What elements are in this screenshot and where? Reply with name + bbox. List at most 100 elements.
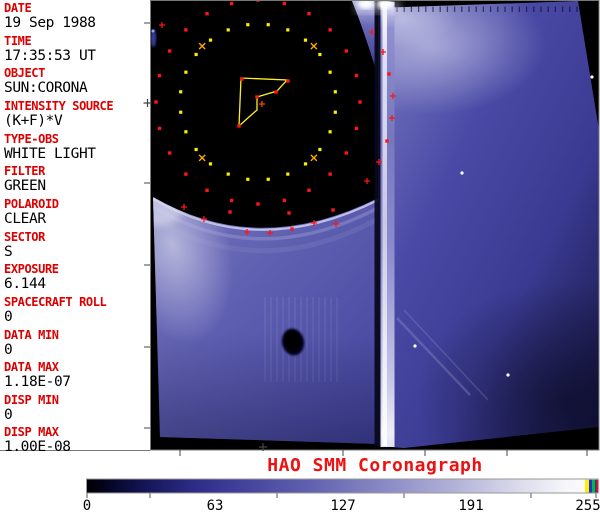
metadata-field-disp-max: DISP MAX 1.00E-08 [4, 426, 71, 455]
outer-calibration-ring-dot [344, 151, 348, 155]
outer-calibration-ring-dot [157, 73, 162, 78]
colorbar: 0 63 127 191 255 [83, 478, 600, 512]
coronagraph-viewer-window: 0 63 127 191 255 DATE 19 Sep 1988 TIME 17:35:53… [0, 0, 600, 512]
field-label: SECTOR [4, 230, 45, 244]
metadata-field-type-obs: TYPE-OBS WHITE LIGHT [4, 133, 96, 162]
colorbar-labels: 0 63 127 191 255 [83, 498, 600, 512]
field-value: 0 [4, 342, 13, 358]
metadata-field-time: TIME 17:35:53 UT [4, 35, 96, 64]
outer-calibration-ring-dot [307, 12, 311, 16]
field-label: DATA MAX [4, 360, 59, 374]
field-value: CLEAR [4, 211, 46, 227]
metadata-field-data-max: DATA MAX 1.18E-07 [4, 361, 71, 390]
field-label: FILTER [4, 164, 45, 178]
metadata-field-date: DATE 19 Sep 1988 [4, 2, 96, 31]
outer-calibration-ring-dot [154, 100, 158, 104]
fiducial-square [228, 210, 232, 214]
roi-vertex-dot [240, 77, 244, 81]
inner-calibration-ring-dot [303, 38, 308, 42]
outer-calibration-ring-dot [184, 28, 188, 32]
bright-speck [413, 344, 417, 348]
outer-calibration-ring-dot [256, 202, 260, 206]
metadata-field-polaroid: POLAROID CLEAR [4, 198, 59, 227]
colorbar-label: 255 [575, 498, 600, 512]
inner-calibration-ring-dot [333, 90, 337, 94]
fiducial-square [385, 139, 389, 143]
outer-calibration-ring-dot [168, 151, 172, 155]
metadata-field-filter: FILTER GREEN [4, 165, 46, 194]
inner-calibration-ring-dot [194, 147, 198, 152]
outer-calibration-ring-dot [229, 1, 234, 6]
outer-calibration-ring-dot [205, 188, 209, 192]
roi-vertex-dot [255, 95, 259, 99]
fiducial-square [290, 227, 294, 231]
fiducial-square [331, 208, 335, 212]
outer-calibration-ring-dot [157, 126, 162, 131]
colorbar-stripe [592, 479, 595, 493]
inner-calibration-ring-dot [194, 52, 198, 57]
inner-calibration-ring-dot [184, 70, 188, 74]
colorbar-label: 63 [207, 498, 224, 512]
fiducial-square [387, 72, 391, 76]
field-value: 1.18E-07 [4, 374, 71, 390]
metadata-field-spacecraft-roll: SPACECRAFT ROLL 0 [4, 295, 107, 325]
outer-calibration-ring-dot [307, 188, 311, 192]
field-label: EXPOSURE [4, 262, 59, 276]
inner-calibration-ring-dot [246, 177, 250, 181]
field-value: 6.144 [4, 276, 46, 292]
inner-calibration-ring-dot [246, 23, 250, 27]
field-label: DATE [4, 1, 32, 15]
outer-calibration-ring-dot [354, 73, 359, 78]
outer-calibration-ring-dot [328, 172, 332, 176]
inner-calibration-ring-dot [184, 130, 188, 134]
inner-calibration-ring-dot [179, 90, 183, 94]
metadata-field-sector: SECTOR S [4, 231, 45, 260]
inner-calibration-ring-dot [328, 70, 332, 74]
fiducial-square [287, 211, 291, 215]
field-value: GREEN [4, 178, 46, 194]
metadata-field-intensity-source: INTENSITY SOURCE (K+F)*V [4, 100, 114, 129]
inner-calibration-ring-dot [328, 130, 332, 134]
colorbar-label: 191 [458, 498, 483, 512]
field-label: DATA MIN [4, 328, 59, 342]
field-value: 0 [4, 309, 13, 325]
outer-calibration-ring-dot [229, 198, 234, 203]
inner-calibration-ring-dot [208, 162, 213, 166]
colorbar-stripe [585, 479, 589, 493]
edge-sliver-dot [151, 29, 155, 33]
metadata-sidebar: DATE 19 Sep 1988 TIME 17:35:53 UT OBJECT SUN:… [0, 0, 150, 455]
roi-vertex-dot [274, 90, 278, 94]
inner-calibration-ring-dot [226, 28, 230, 32]
field-value: 19 Sep 1988 [4, 15, 96, 31]
outer-calibration-ring-dot [282, 198, 287, 203]
field-label: TIME [4, 34, 32, 48]
field-label: POLAROID [4, 197, 59, 211]
bright-speck [590, 75, 594, 79]
inner-calibration-ring-dot [179, 110, 183, 114]
field-value: SUN:CORONA [4, 80, 88, 96]
outer-calibration-ring-dot [282, 1, 287, 6]
inner-calibration-ring-dot [303, 162, 308, 166]
pylon-dark-seam [374, 1, 381, 446]
field-value: 0 [4, 407, 13, 423]
metadata-field-disp-min: DISP MIN 0 [4, 394, 59, 423]
metadata-field-object: OBJECT SUN:CORONA [4, 67, 88, 96]
inner-calibration-ring-dot [333, 110, 337, 114]
outer-calibration-ring-dot [168, 49, 172, 53]
inner-calibration-ring-dot [266, 177, 270, 181]
field-label: SPACECRAFT ROLL [4, 295, 107, 309]
colorbar-stripe [589, 479, 592, 493]
inner-calibration-ring-dot [226, 172, 230, 176]
outer-calibration-ring-dot [184, 172, 188, 176]
metadata-field-data-min: DATA MIN 0 [4, 329, 59, 358]
bright-speck [506, 373, 510, 377]
outer-calibration-ring-dot [344, 49, 348, 53]
roi-vertex-dot [237, 124, 241, 128]
field-value: 1.00E-08 [4, 439, 71, 455]
bright-streak-core [382, 2, 387, 446]
outer-calibration-ring-dot [205, 12, 209, 16]
colorbar-stripe [595, 479, 597, 493]
field-value: S [4, 244, 13, 260]
field-label: DISP MIN [4, 393, 59, 407]
inner-calibration-ring-dot [208, 38, 213, 42]
